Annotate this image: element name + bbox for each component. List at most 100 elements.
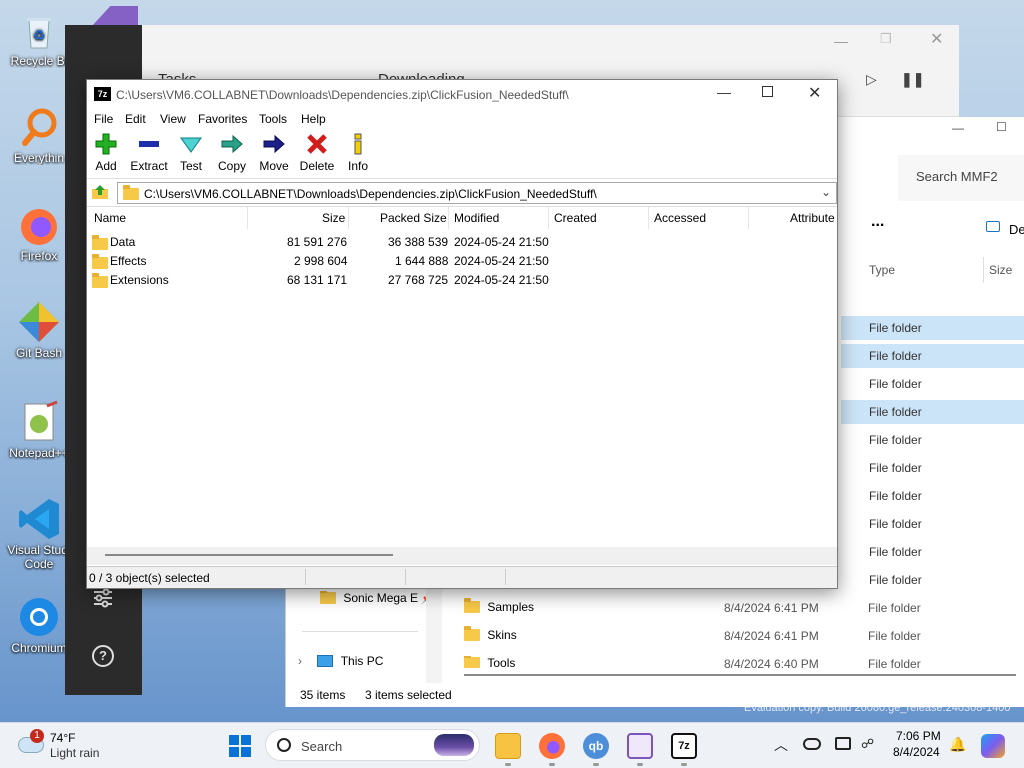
maximize-icon[interactable] — [762, 86, 773, 97]
nav-item-this-pc[interactable]: › This PC — [298, 654, 428, 668]
status-divider — [405, 569, 406, 585]
plus-icon — [95, 133, 117, 155]
nav-item-sonic[interactable]: Sonic Mega E 📌 — [320, 591, 430, 605]
button-label: Move — [259, 159, 289, 173]
add-button[interactable]: Add — [84, 133, 128, 173]
file-row[interactable]: Data 81 591 276 36 388 539 2024-05-24 21… — [87, 232, 837, 251]
menu-help[interactable]: Help — [301, 112, 326, 126]
explorer-row[interactable]: File folder — [841, 372, 1024, 396]
explorer-row[interactable]: File folder — [841, 512, 1024, 536]
status-divider — [505, 569, 506, 585]
file-row[interactable]: Extensions 68 131 171 27 768 725 2024-05… — [87, 270, 837, 289]
explorer-file-row[interactable]: Samples 8/4/2024 6:41 PM File folder — [464, 598, 1024, 624]
minimize-icon[interactable]: — — [834, 33, 848, 49]
explorer-row[interactable]: File folder — [841, 344, 1024, 368]
visual-studio-icon — [92, 6, 138, 26]
file-modified: 2024-05-24 21:50 — [454, 235, 549, 249]
running-indicator — [681, 763, 687, 766]
minimize-icon[interactable]: — — [952, 121, 964, 135]
file-row[interactable]: Effects 2 998 604 1 644 888 2024-05-24 2… — [87, 251, 837, 270]
menu-view[interactable]: View — [160, 112, 186, 126]
column-header-packed-size[interactable]: Packed Size — [380, 211, 447, 225]
menu-tools[interactable]: Tools — [259, 112, 287, 126]
play-icon[interactable]: ▷ — [866, 71, 877, 88]
explorer-row[interactable]: File folder — [841, 428, 1024, 452]
file-type: File folder — [868, 657, 921, 668]
info-button[interactable]: Info — [336, 133, 380, 173]
copy-button[interactable]: Copy — [210, 133, 254, 173]
chevron-down-icon[interactable]: ⌄ — [821, 185, 831, 199]
firefox-taskbar-icon[interactable] — [539, 733, 565, 759]
chevron-right-icon[interactable]: › — [298, 654, 302, 668]
test-button[interactable]: Test — [169, 133, 213, 173]
column-header-modified[interactable]: Modified — [454, 211, 499, 225]
maximize-icon[interactable]: ☐ — [996, 120, 1007, 134]
column-header-name[interactable]: Name — [94, 211, 126, 225]
more-options-button[interactable]: ... — [871, 213, 884, 231]
file-type: File folder — [868, 601, 921, 615]
folder-icon — [320, 591, 336, 604]
pause-icon[interactable]: ❚❚ — [901, 71, 924, 88]
explorer-row[interactable]: File folder — [841, 484, 1024, 508]
sliders-icon[interactable] — [92, 587, 114, 609]
explorer-row[interactable]: File folder — [841, 456, 1024, 480]
column-separator — [548, 207, 549, 229]
horizontal-scrollbar[interactable] — [87, 547, 837, 565]
file-name: Effects — [110, 254, 147, 268]
explorer-row[interactable]: File folder — [841, 316, 1024, 340]
windows-icon — [229, 735, 251, 757]
network-icon[interactable]: ☍ — [861, 736, 874, 752]
scrollbar-thumb[interactable] — [105, 554, 393, 556]
taskbar-search[interactable]: Search — [265, 729, 480, 761]
app-taskbar-icon[interactable] — [627, 733, 653, 759]
weather-widget[interactable]: 1 74°F Light rain — [16, 729, 126, 763]
sevenzip-taskbar-icon[interactable]: 7z — [671, 733, 697, 759]
search-box[interactable]: Search MMF2 — [898, 155, 1024, 201]
bell-icon[interactable]: 🔔 — [949, 736, 966, 753]
move-button[interactable]: Move — [252, 133, 296, 173]
up-folder-icon[interactable] — [91, 184, 109, 200]
running-indicator — [505, 763, 511, 766]
delete-button[interactable]: Delete — [295, 133, 339, 173]
minimize-icon[interactable]: — — [717, 84, 731, 100]
cloud-sync-icon[interactable] — [803, 738, 821, 750]
menu-favorites[interactable]: Favorites — [198, 112, 247, 126]
chevron-up-icon[interactable]: ︿ — [774, 735, 788, 755]
copilot-icon[interactable] — [981, 734, 1005, 758]
column-header-type[interactable]: Type — [869, 263, 895, 277]
search-highlight-image — [434, 734, 474, 756]
close-icon[interactable]: ✕ — [808, 83, 821, 103]
file-date: 8/4/2024 6:41 PM — [724, 629, 819, 643]
column-header-attributes[interactable]: Attribute — [790, 211, 835, 225]
qbittorrent-taskbar-icon[interactable]: qb — [583, 733, 609, 759]
column-header-created[interactable]: Created — [554, 211, 597, 225]
horizontal-scrollbar[interactable] — [464, 674, 1016, 676]
menu-edit[interactable]: Edit — [125, 112, 146, 126]
column-header-accessed[interactable]: Accessed — [654, 211, 706, 225]
extract-button[interactable]: Extract — [127, 133, 171, 173]
explorer-file-row[interactable]: Skins 8/4/2024 6:41 PM File folder — [464, 626, 1024, 652]
column-header-size[interactable]: Size — [989, 263, 1012, 277]
explorer-row[interactable]: File folder — [841, 568, 1024, 592]
close-icon[interactable]: ✕ — [930, 29, 943, 49]
details-pane-button[interactable]: De — [1009, 222, 1024, 237]
monitor-icon — [317, 655, 334, 667]
file-explorer-taskbar-icon[interactable] — [495, 733, 521, 759]
minus-icon — [138, 133, 160, 155]
column-separator — [348, 207, 349, 229]
explorer-file-row[interactable]: Tools 8/4/2024 6:40 PM File folder — [464, 656, 1024, 668]
clock-time[interactable]: 7:06 PM — [896, 729, 941, 743]
clock-date[interactable]: 8/4/2024 — [893, 745, 940, 759]
display-icon[interactable] — [835, 737, 851, 750]
explorer-row[interactable]: File folder — [841, 540, 1024, 564]
menu-file[interactable]: File — [94, 112, 113, 126]
file-modified: 2024-05-24 21:50 — [454, 254, 549, 268]
start-button[interactable] — [228, 734, 252, 758]
details-pane-icon[interactable] — [986, 221, 1000, 232]
path-text: C:\Users\VM6.COLLABNET\Downloads\Depende… — [144, 187, 597, 201]
help-icon[interactable]: ? — [92, 645, 114, 667]
explorer-row[interactable]: File folder — [841, 400, 1024, 424]
maximize-icon[interactable]: ❐ — [880, 31, 892, 47]
path-input[interactable]: C:\Users\VM6.COLLABNET\Downloads\Depende… — [117, 182, 837, 204]
column-header-size[interactable]: Size — [322, 211, 345, 225]
